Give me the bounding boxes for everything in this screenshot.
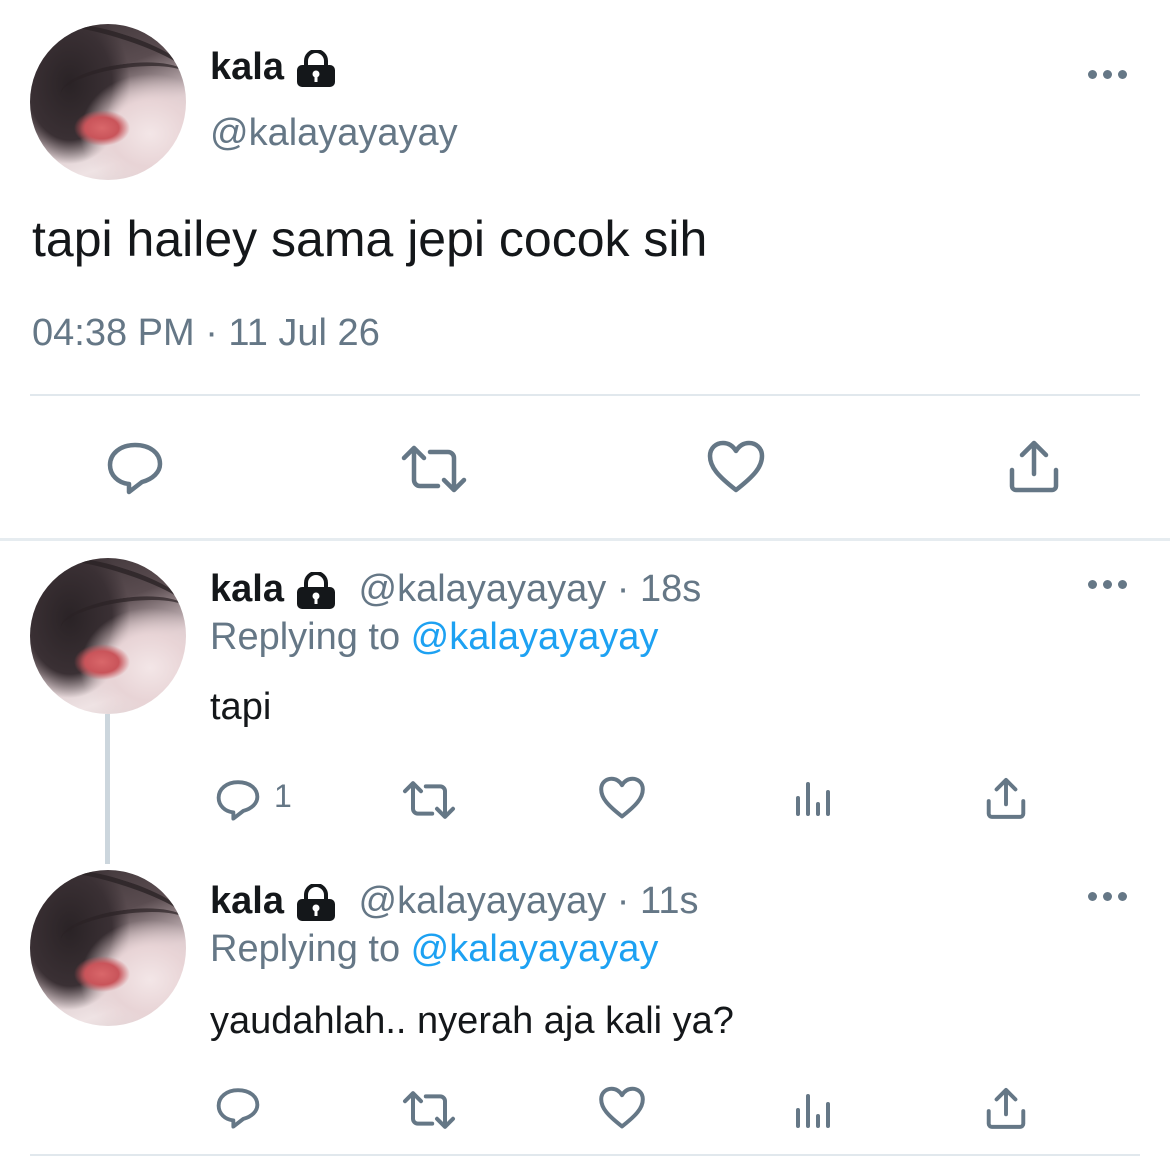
reply-header: kala @kalayayayay · 18s [210,568,701,611]
section-divider [0,538,1170,541]
replying-to: Replying to @kalayayayay [210,616,658,659]
mention-link[interactable]: @kalayayayay [411,616,659,658]
user-handle[interactable]: @kalayayayay [359,880,607,922]
more-options-icon[interactable] [1088,580,1128,592]
reply-icon[interactable] [214,1086,262,1130]
retweet-icon[interactable] [400,780,458,820]
replying-to-label: Replying to [210,928,411,970]
more-options-icon[interactable] [1088,70,1128,82]
mention-link[interactable]: @kalayayayay [411,928,659,970]
reply-count: 1 [274,778,292,814]
reply-time[interactable]: 18s [640,568,701,610]
replying-to: Replying to @kalayayayay [210,928,658,971]
user-handle[interactable]: @kalayayayay [210,112,458,155]
avatar[interactable] [30,24,186,180]
lock-icon [296,883,335,921]
retweet-icon[interactable] [398,444,470,494]
separator-dot: · [606,880,640,922]
thread-connector [105,714,110,864]
replying-to-label: Replying to [210,616,411,658]
avatar[interactable] [30,870,186,1026]
user-handle[interactable]: @kalayayayay [359,568,607,610]
divider [30,394,1140,396]
analytics-icon[interactable] [794,1092,834,1128]
reply-text: yaudahlah.. nyerah aja kali ya? [210,1000,734,1042]
separator-dot: · [606,568,640,610]
reply-text: tapi [210,686,272,728]
display-name[interactable]: kala [210,568,284,610]
tweet-timestamp[interactable]: 04:38 PM · 11 Jul 26 [32,312,380,355]
display-name[interactable]: kala [210,880,284,922]
lock-icon [296,571,335,609]
avatar[interactable] [30,558,186,714]
reply-header: kala @kalayayayay · 11s [210,880,698,923]
like-icon[interactable] [598,776,646,820]
more-options-icon[interactable] [1088,892,1128,904]
reply-time[interactable]: 11s [640,880,698,922]
like-icon[interactable] [598,1086,646,1130]
divider [30,1154,1140,1156]
lock-icon [296,49,335,87]
share-icon[interactable] [984,776,1028,820]
analytics-icon[interactable] [794,780,834,816]
reply-icon[interactable] [104,440,166,496]
display-name-text: kala [210,46,284,88]
share-icon[interactable] [984,1086,1028,1130]
tweet-text: tapi hailey sama jepi cocok sih [32,211,708,267]
share-icon[interactable] [1006,438,1062,494]
retweet-icon[interactable] [400,1090,458,1130]
display-name[interactable]: kala [210,46,338,89]
like-icon[interactable] [706,440,766,494]
reply-icon[interactable] [214,778,262,822]
